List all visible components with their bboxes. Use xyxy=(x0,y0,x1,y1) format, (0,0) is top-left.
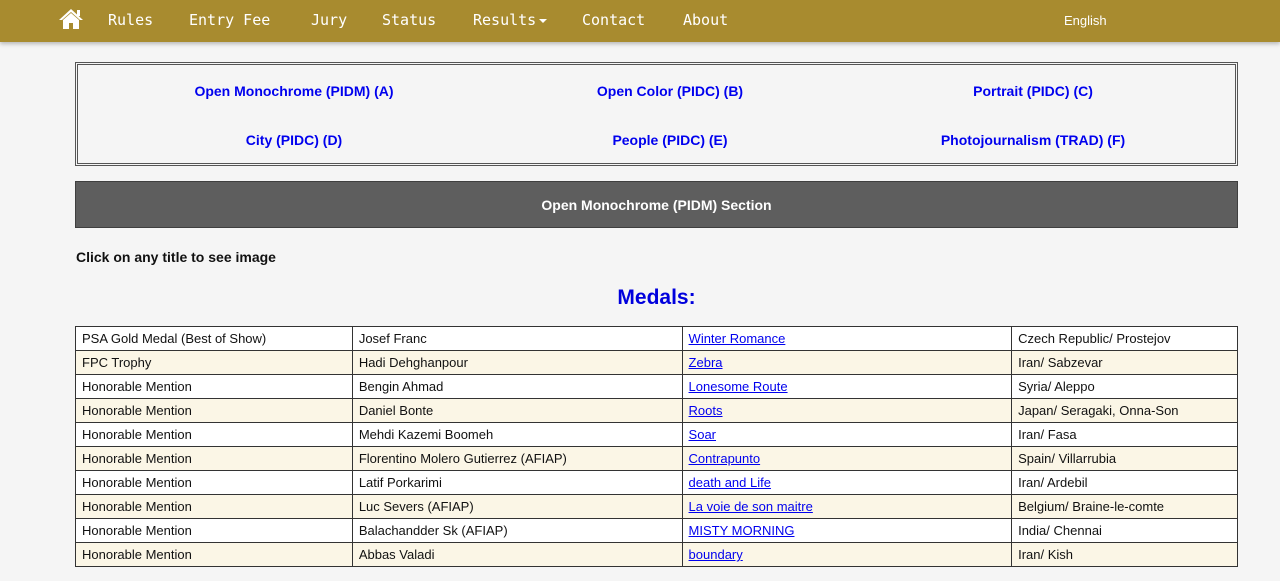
location-cell: Iran/ Sabzevar xyxy=(1011,350,1238,375)
title-cell: Roots xyxy=(681,398,1013,423)
table-row: Honorable Mention Balachandder Sk (AFIAP)… xyxy=(75,518,1238,543)
table-row: Honorable Mention Mehdi Kazemi Boomeh Soar… xyxy=(75,422,1238,447)
title-cell: boundary xyxy=(681,542,1013,567)
location-cell: Japan/ Seragaki, Onna-Son xyxy=(1011,398,1238,423)
award-cell: Honorable Mention xyxy=(75,374,353,399)
author-cell: Abbas Valadi xyxy=(351,542,683,567)
award-cell: Honorable Mention xyxy=(75,542,353,567)
nav-results-dropdown[interactable]: Results xyxy=(473,11,548,29)
table-row: PSA Gold Medal (Best of Show) Josef Franc… xyxy=(75,326,1238,351)
award-cell: Honorable Mention xyxy=(75,518,353,543)
author-cell: Mehdi Kazemi Boomeh xyxy=(351,422,683,447)
nav-contact[interactable]: Contact xyxy=(582,11,645,29)
section-link-f[interactable]: Photojournalism (TRAD) (F) xyxy=(941,132,1125,148)
table-row: FPC Trophy Hadi Dehghanpour Zebra Iran/ Sab… xyxy=(75,350,1238,375)
section-link-c[interactable]: Portrait (PIDC) (C) xyxy=(973,83,1093,99)
image-title-link[interactable]: death and Life xyxy=(689,475,771,490)
title-cell: MISTY MORNING xyxy=(681,518,1013,543)
image-title-link[interactable]: boundary xyxy=(689,547,743,562)
section-link-d[interactable]: City (PIDC) (D) xyxy=(246,132,342,148)
location-cell: India/ Chennai xyxy=(1011,518,1238,543)
nav-about[interactable]: About xyxy=(683,11,728,29)
table-row: Honorable Mention Abbas Valadi boundary Ira… xyxy=(75,542,1238,567)
location-cell: Iran/ Fasa xyxy=(1011,422,1238,447)
nav-rules[interactable]: Rules xyxy=(108,11,153,29)
nav-jury[interactable]: Jury xyxy=(311,11,347,29)
image-title-link[interactable]: Lonesome Route xyxy=(689,379,788,394)
title-cell: death and Life xyxy=(681,470,1013,495)
section-link-a[interactable]: Open Monochrome (PIDM) (A) xyxy=(194,83,393,99)
title-cell: Lonesome Route xyxy=(681,374,1013,399)
location-cell: Iran/ Ardebil xyxy=(1011,470,1238,495)
image-title-link[interactable]: Roots xyxy=(689,403,723,418)
section-links-box: Open Monochrome (PIDM) (A) Open Color (P… xyxy=(75,62,1238,166)
location-cell: Czech Republic/ Prostejov xyxy=(1011,326,1238,351)
location-cell: Syria/ Aleppo xyxy=(1011,374,1238,399)
location-cell: Spain/ Villarrubia xyxy=(1011,446,1238,471)
nav-entry-fee[interactable]: Entry Fee xyxy=(189,11,270,29)
section-header: Open Monochrome (PIDM) Section xyxy=(75,181,1238,228)
nav-results-label: Results xyxy=(473,11,537,29)
location-cell: Iran/ Kish xyxy=(1011,542,1238,567)
image-title-link[interactable]: MISTY MORNING xyxy=(689,523,795,538)
title-cell: Zebra xyxy=(681,350,1013,375)
title-cell: Winter Romance xyxy=(681,326,1013,351)
author-cell: Hadi Dehghanpour xyxy=(351,350,683,375)
table-row: Honorable Mention Latif Porkarimi death an… xyxy=(75,470,1238,495)
nav-status[interactable]: Status xyxy=(382,11,436,29)
results-table: PSA Gold Medal (Best of Show) Josef Franc… xyxy=(75,326,1238,567)
author-cell: Balachandder Sk (AFIAP) xyxy=(351,518,683,543)
location-cell: Belgium/ Braine-le-comte xyxy=(1011,494,1238,519)
medals-heading: Medals: xyxy=(617,286,696,309)
caret-down-icon xyxy=(539,18,548,23)
author-cell: Bengin Ahmad xyxy=(351,374,683,399)
image-title-link[interactable]: La voie de son maitre xyxy=(689,499,813,514)
author-cell: Florentino Molero Gutierrez (AFIAP) xyxy=(351,446,683,471)
award-cell: Honorable Mention xyxy=(75,422,353,447)
title-cell: La voie de son maitre xyxy=(681,494,1013,519)
author-cell: Luc Severs (AFIAP) xyxy=(351,494,683,519)
author-cell: Latif Porkarimi xyxy=(351,470,683,495)
award-cell: Honorable Mention xyxy=(75,446,353,471)
table-row: Honorable Mention Daniel Bonte Roots Japan/… xyxy=(75,398,1238,423)
top-navbar: Rules Entry Fee Jury Status Results Cont… xyxy=(0,0,1280,42)
title-cell: Contrapunto xyxy=(681,446,1013,471)
table-row: Honorable Mention Florentino Molero Gutie… xyxy=(75,446,1238,471)
section-link-b[interactable]: Open Color (PIDC) (B) xyxy=(597,83,743,99)
award-cell: PSA Gold Medal (Best of Show) xyxy=(75,326,353,351)
author-cell: Daniel Bonte xyxy=(351,398,683,423)
table-row: Honorable Mention Luc Severs (AFIAP) La vo… xyxy=(75,494,1238,519)
home-icon[interactable] xyxy=(58,8,84,30)
author-cell: Josef Franc xyxy=(351,326,683,351)
section-link-e[interactable]: People (PIDC) (E) xyxy=(612,132,727,148)
award-cell: Honorable Mention xyxy=(75,494,353,519)
image-title-link[interactable]: Winter Romance xyxy=(689,331,786,346)
image-title-link[interactable]: Soar xyxy=(689,427,716,442)
instructions-text: Click on any title to see image xyxy=(76,249,276,265)
table-row: Honorable Mention Bengin Ahmad Lonesome Ro… xyxy=(75,374,1238,399)
award-cell: Honorable Mention xyxy=(75,470,353,495)
language-selector[interactable]: English xyxy=(1064,13,1107,28)
title-cell: Soar xyxy=(681,422,1013,447)
award-cell: FPC Trophy xyxy=(75,350,353,375)
image-title-link[interactable]: Zebra xyxy=(689,355,723,370)
image-title-link[interactable]: Contrapunto xyxy=(689,451,761,466)
award-cell: Honorable Mention xyxy=(75,398,353,423)
